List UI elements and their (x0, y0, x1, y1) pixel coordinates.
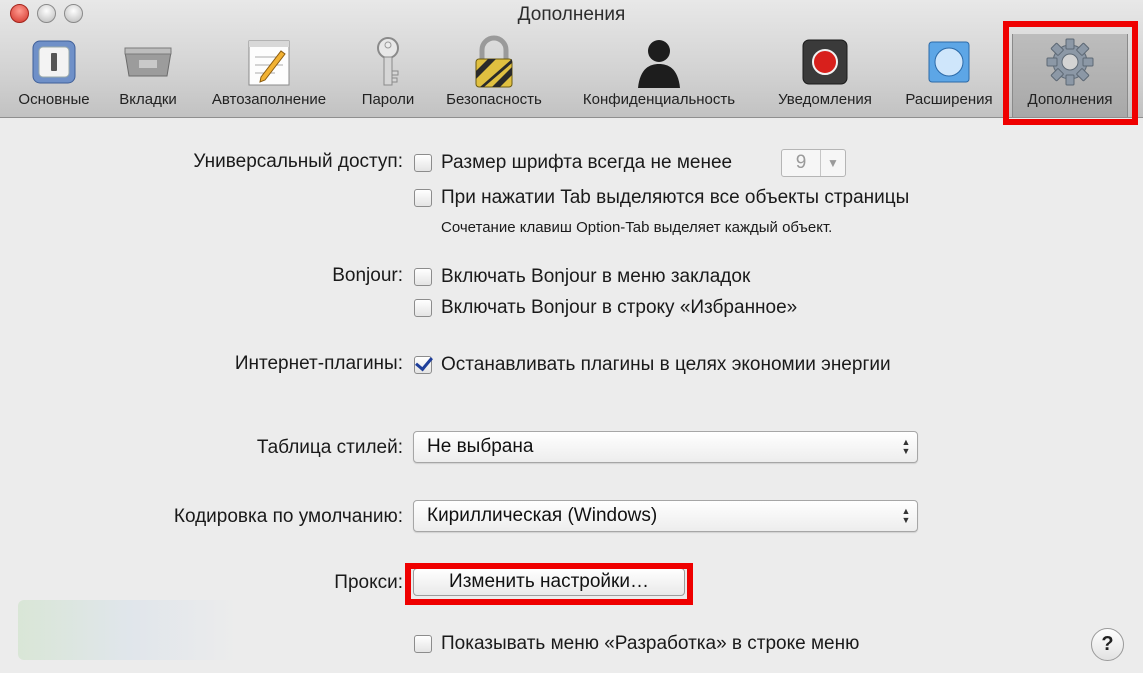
help-button[interactable]: ? (1091, 628, 1124, 661)
min-font-size-select[interactable]: 9 ▼ (781, 149, 846, 177)
accessibility-label: Универсальный доступ: (193, 151, 403, 172)
plugins-label: Интернет-плагины: (234, 353, 403, 374)
encoding-value: Кириллическая (Windows) (427, 505, 658, 526)
bonjour-bookmarks-label: Включать Bonjour в меню закладок (441, 266, 751, 287)
min-font-checkbox[interactable] (414, 154, 432, 172)
highlight-advanced-tab (1003, 21, 1138, 125)
puzzle-compass-icon (921, 34, 977, 90)
min-font-size-value: 9 (795, 152, 807, 173)
updown-arrows-icon: ▲ ▼ (901, 437, 911, 456)
window-chrome: Дополнения Основные Вкладки Автозаполнен… (0, 0, 1143, 118)
option-tab-note: Сочетание клавиш Option-Tab выделяет каж… (441, 219, 833, 236)
proxy-label: Прокси: (334, 572, 403, 593)
bonjour-label: Bonjour: (332, 265, 403, 286)
preferences-toolbar: Основные Вкладки Автозаполнение Пароли Б… (0, 34, 1143, 117)
bonjour-bookmarks-checkbox[interactable] (414, 268, 432, 286)
tab-highlight-checkbox[interactable] (414, 189, 432, 207)
bonjour-favorites-label: Включать Bonjour в строку «Избранное» (441, 297, 798, 318)
toolbar-item-passwords[interactable]: Пароли (350, 34, 426, 117)
toolbar-item-privacy[interactable]: Конфиденциальность (564, 34, 754, 117)
tab-highlight-row[interactable]: При нажатии Tab выделяются все объекты с… (414, 187, 909, 209)
toolbar-item-tabs[interactable]: Вкладки (108, 34, 188, 117)
stylesheet-select[interactable]: Не выбрана ▲ ▼ (413, 431, 918, 463)
record-icon (797, 34, 853, 90)
develop-menu-row[interactable]: Показывать меню «Разработка» в строке ме… (414, 633, 859, 655)
silhouette-icon (631, 34, 687, 90)
toolbar-item-general[interactable]: Основные (8, 34, 100, 117)
key-icon (360, 34, 416, 90)
chevron-down-icon: ▼ (820, 150, 845, 176)
pencil-form-icon (241, 34, 297, 90)
bonjour-favorites-checkbox[interactable] (414, 299, 432, 317)
toolbar-item-notifications[interactable]: Уведомления (766, 34, 884, 117)
stop-plugins-label: Останавливать плагины в целях экономии э… (441, 354, 891, 375)
tab-highlight-label: При нажатии Tab выделяются все объекты с… (441, 187, 910, 208)
toolbar-item-security[interactable]: Безопасность (434, 34, 554, 117)
tabs-icon (120, 34, 176, 90)
encoding-select[interactable]: Кириллическая (Windows) ▲ ▼ (413, 500, 918, 532)
lock-icon (466, 34, 522, 90)
bonjour-bookmarks-row[interactable]: Включать Bonjour в меню закладок (414, 266, 750, 288)
develop-menu-label: Показывать меню «Разработка» в строке ме… (441, 633, 860, 654)
encoding-label: Кодировка по умолчанию: (173, 506, 403, 527)
toolbar-item-extensions[interactable]: Расширения (894, 34, 1004, 117)
min-font-label: Размер шрифта всегда не менее (441, 152, 733, 173)
stop-plugins-checkbox[interactable] (414, 356, 432, 374)
develop-menu-checkbox[interactable] (414, 635, 432, 653)
background-blur (18, 600, 238, 660)
stylesheet-label: Таблица стилей: (256, 437, 403, 458)
toolbar-item-autofill[interactable]: Автозаполнение (198, 34, 340, 117)
switch-icon (26, 34, 82, 90)
stop-plugins-row[interactable]: Останавливать плагины в целях экономии э… (414, 354, 891, 376)
min-font-row[interactable]: Размер шрифта всегда не менее (414, 152, 732, 174)
window-title: Дополнения (517, 4, 626, 25)
highlight-proxy-button (405, 563, 693, 605)
bonjour-favorites-row[interactable]: Включать Bonjour в строку «Избранное» (414, 297, 797, 319)
updown-arrows-icon: ▲ ▼ (901, 506, 911, 525)
stylesheet-value: Не выбрана (427, 436, 534, 457)
